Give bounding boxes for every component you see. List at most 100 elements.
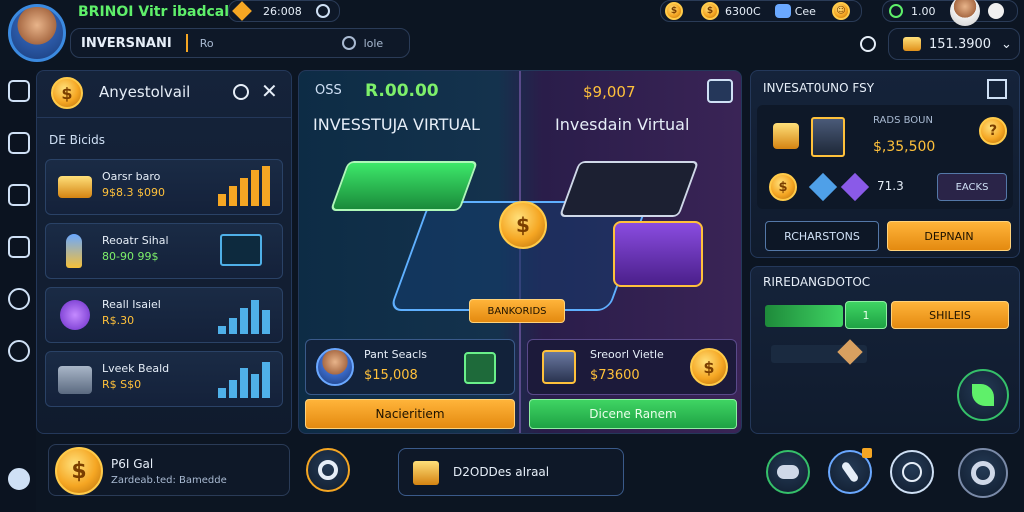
item-value: 80-90 99$	[102, 250, 159, 263]
left-value: R.00.00	[365, 81, 439, 101]
item-name: Reoatr Sihal	[102, 234, 169, 247]
panel-divider	[37, 117, 291, 118]
refresh-icon[interactable]	[8, 340, 30, 362]
network-button[interactable]	[890, 450, 934, 494]
search-icon[interactable]	[233, 84, 249, 100]
card-name: Pant Seacls	[364, 348, 427, 361]
item-value: 9$8.3 $090	[102, 186, 165, 199]
secondary-button[interactable]: RCHARSTONS	[765, 221, 879, 251]
header-search-icon[interactable]	[860, 36, 876, 52]
cloud-button[interactable]	[766, 450, 810, 494]
card-right[interactable]: Sreoorl Vietle $73600 $	[527, 339, 737, 395]
progress-value[interactable]: 1	[845, 301, 887, 329]
left-panel-section: DE Bicids	[49, 133, 106, 147]
expand-icon[interactable]	[987, 79, 1007, 99]
bar-chart-bar	[240, 308, 248, 334]
profile-pill[interactable]: 1.00	[882, 0, 1018, 26]
bottom-coin[interactable]: $ P6I Gal Zardeab.ted: Bamedde	[48, 444, 290, 496]
player-name-bar[interactable]: INVERSNANI Ro lole	[70, 28, 410, 58]
avatar[interactable]	[8, 4, 66, 62]
card-name: Sreoorl Vietle	[590, 348, 664, 361]
divider	[185, 34, 188, 52]
tab-label[interactable]: Ro	[200, 37, 214, 50]
stat-pill[interactable]: 26:008	[228, 0, 340, 22]
item-value: R$.30	[102, 314, 135, 327]
right-top-title: INVESAT0UNO FSY	[763, 81, 875, 95]
center-coin-icon: $	[499, 201, 547, 249]
bottom-coin-title: P6I Gal	[111, 457, 154, 471]
left-panel-title: Anyestolvail	[99, 83, 191, 101]
chest-pill[interactable]: D2ODDes aIraal	[398, 448, 624, 496]
gear-button[interactable]	[306, 448, 350, 492]
network-icon	[902, 462, 922, 482]
notification-badge	[862, 448, 872, 458]
settings-button[interactable]	[958, 448, 1008, 498]
small-value: 71.3	[877, 179, 904, 193]
profile-avatar	[949, 0, 980, 26]
gear-icon	[318, 460, 338, 480]
rocket-icon	[840, 460, 860, 484]
list-item[interactable]: Oarsr baro 9$8.3 $090	[45, 159, 283, 215]
tools-icon[interactable]	[8, 288, 30, 310]
small-button[interactable]: EACKS	[937, 173, 1007, 201]
card-value: $15,008	[364, 368, 418, 383]
card-left-button[interactable]: Nacieritiem	[305, 399, 515, 429]
search-icon[interactable]	[341, 36, 356, 50]
leaf-button[interactable]	[957, 369, 1009, 421]
right-top-sub: RADS BOUN	[873, 115, 933, 126]
right-bottom-panel: RIREDANGDOTOC 1 SHILEIS	[750, 266, 1020, 434]
bar-chart-bar	[240, 178, 248, 206]
balance-dropdown[interactable]: 151.3900 ⌄	[888, 28, 1020, 60]
panel-coin-icon: $	[51, 77, 83, 109]
item-value: R$ S$0	[102, 378, 142, 391]
badge-icon	[232, 1, 252, 21]
coins-pill[interactable]: $ $ 6300C Cee ☺	[660, 0, 862, 22]
leaf-icon	[889, 4, 903, 18]
coin-icon: $	[701, 2, 719, 20]
list-item[interactable]: Lveek Beald R$ S$0	[45, 351, 283, 407]
bar-chart-bar	[229, 186, 237, 206]
gem-icon	[60, 300, 90, 330]
list-item[interactable]: Reall Isaiel R$.30	[45, 287, 283, 343]
center-panel: OSS R.00.00 INVESSTUJA VIRTUAL $9,007 In…	[298, 70, 742, 434]
primary-button[interactable]: DEPNAIN	[887, 221, 1011, 251]
close-icon[interactable]: ✕	[261, 79, 278, 103]
card-value: $73600	[590, 368, 640, 383]
card-right-button[interactable]: Dicene Ranem	[529, 399, 737, 429]
smile-icon: ☺	[831, 2, 850, 20]
bar-chart-bar	[262, 310, 270, 334]
progress-track	[765, 305, 843, 327]
help-icon[interactable]: ?	[979, 117, 1007, 145]
home-icon[interactable]	[8, 80, 30, 102]
bottom-coin-sub: Zardeab.ted: Bamedde	[111, 475, 227, 486]
bar-chart-icon	[218, 294, 270, 334]
safe-icon	[58, 366, 92, 394]
trophy-icon: $	[665, 2, 683, 20]
chest-label: D2ODDes aIraal	[453, 465, 550, 479]
left-panel: $ Anyestolvail ✕ DE Bicids Oarsr baro 9$…	[36, 70, 292, 434]
card-left[interactable]: Pant Seacls $15,008	[305, 339, 515, 395]
item-name: Reall Isaiel	[102, 298, 161, 311]
bar-chart-bar	[251, 374, 259, 398]
bar-chart-bar	[229, 318, 237, 334]
search-input[interactable]: lole	[364, 37, 384, 50]
left-title: INVESSTUJA VIRTUAL	[313, 115, 480, 134]
wallet-icon[interactable]	[8, 236, 30, 258]
progress-button[interactable]: SHILEIS	[891, 301, 1009, 329]
chart-icon[interactable]	[8, 132, 30, 154]
gear-coin-icon: $	[690, 348, 728, 386]
settings-icon[interactable]	[8, 468, 30, 490]
friends-label: Cee	[794, 4, 816, 18]
profile-value: 1.00	[911, 4, 936, 18]
center-badge[interactable]: BANKORIDS	[469, 299, 565, 323]
bar-chart-bar	[218, 194, 226, 206]
close-icon[interactable]	[987, 3, 1004, 19]
list-item[interactable]: Reoatr Sihal 80-90 99$	[45, 223, 283, 279]
right-top-value: $,35,500	[873, 139, 936, 155]
coins-value: 6300C	[725, 4, 761, 18]
bar-chart-bar	[240, 368, 248, 398]
info-box: RADS BOUN $,35,500 ? $ 71.3 EACKS	[757, 105, 1013, 209]
box-icon	[464, 352, 496, 384]
checkbox[interactable]	[707, 79, 733, 103]
shield-icon[interactable]	[8, 184, 30, 206]
